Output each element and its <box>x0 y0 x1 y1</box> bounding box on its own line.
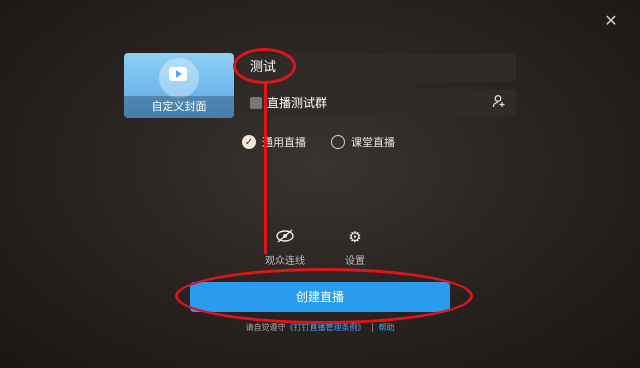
group-selector[interactable]: 直播测试群 <box>240 89 516 117</box>
settings-label: 设置 <box>345 256 365 267</box>
audience-link-label: 观众连线 <box>265 256 305 267</box>
settings-button[interactable]: ⚙ 设置 <box>330 228 380 267</box>
annotation-line <box>264 82 267 254</box>
mode-classroom-radio[interactable]: 课堂直播 <box>331 132 395 152</box>
radio-empty-icon <box>331 135 345 149</box>
annotation-ellipse-title <box>233 48 296 84</box>
check-icon: ✓ <box>242 135 256 149</box>
link-eye-icon <box>260 228 310 246</box>
divider <box>371 323 373 332</box>
custom-cover-button[interactable]: 自定义封面 <box>124 53 234 118</box>
group-name: 直播测试群 <box>267 96 328 110</box>
person-add-icon[interactable] <box>492 94 508 110</box>
group-icon <box>250 97 262 109</box>
help-link[interactable]: 帮助 <box>379 323 395 332</box>
rules-link[interactable]: 《钉钉直播管理条例》 <box>286 323 366 332</box>
mode-classroom-label: 课堂直播 <box>351 136 395 149</box>
gear-icon: ⚙ <box>348 228 362 246</box>
audience-link-button[interactable]: 观众连线 <box>260 228 310 267</box>
mode-general-radio[interactable]: ✓ 通用直播 <box>242 132 306 152</box>
mode-general-label: 通用直播 <box>262 136 306 149</box>
annotation-ellipse-create <box>175 268 473 324</box>
cover-caption: 自定义封面 <box>124 96 234 118</box>
footer-prefix: 请自觉遵守 <box>245 323 286 332</box>
tv-icon <box>169 67 187 81</box>
close-icon[interactable]: ✕ <box>602 12 620 30</box>
